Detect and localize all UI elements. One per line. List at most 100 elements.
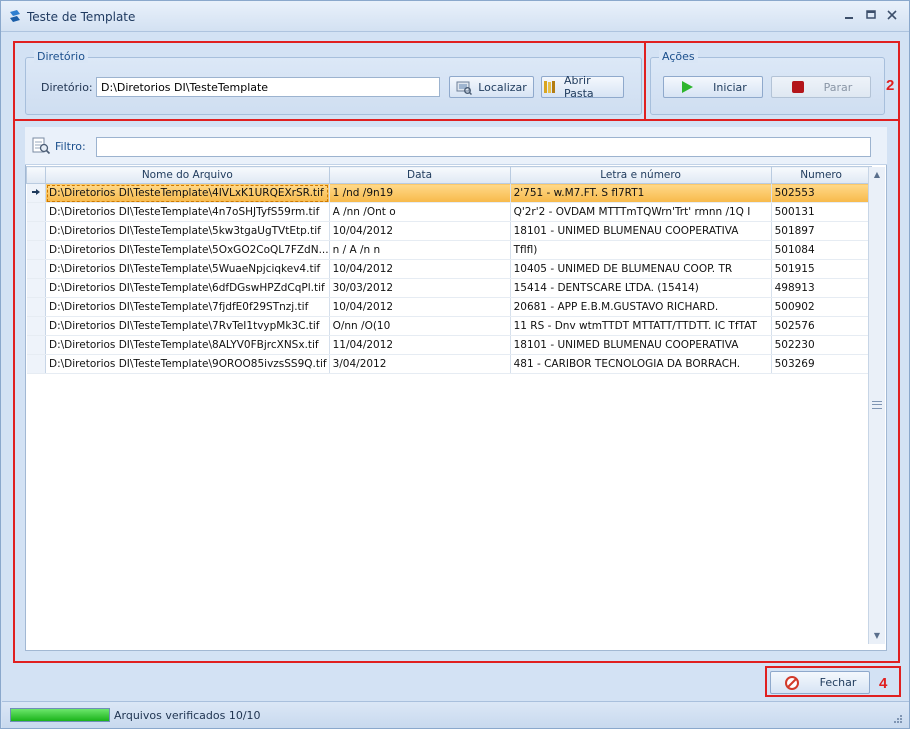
cell-filename[interactable]: D:\Diretorios DI\TesteTemplate\5WuaeNpjc… (45, 259, 330, 279)
cell-date[interactable]: 10/04/2012 (329, 221, 511, 241)
row-indicator[interactable] (26, 259, 46, 279)
scroll-up-arrow-icon[interactable]: ▲ (869, 167, 885, 183)
table-row[interactable]: D:\Diretorios DI\TesteTemplate\4n7oSHJTy… (26, 202, 872, 222)
cell-number[interactable]: 498913 (771, 278, 872, 298)
directory-group-legend: Diretório (34, 50, 88, 63)
cell-letter-number[interactable]: Q'2r'2 - OVDAM MTTTmTQWrn'Trt' rmnn /1Q … (510, 202, 772, 222)
table-row[interactable]: D:\Diretorios DI\TesteTemplate\9OROO85iv… (26, 354, 872, 374)
cell-date[interactable]: 1 /nd /9n19 (329, 183, 511, 203)
column-header-date[interactable]: Data (328, 166, 511, 184)
cell-letter-number[interactable]: 18101 - UNIMED BLUMENAU COOPERATIVA (510, 221, 772, 241)
cell-date[interactable]: 30/03/2012 (329, 278, 511, 298)
cell-filename[interactable]: D:\Diretorios DI\TesteTemplate\8ALYV0FBj… (45, 335, 330, 355)
cell-number[interactable]: 500131 (771, 202, 872, 222)
resize-grip-icon[interactable] (893, 714, 903, 724)
row-indicator[interactable] (26, 335, 46, 355)
cell-date[interactable]: 10/04/2012 (329, 259, 511, 279)
cell-letter-number[interactable]: 10405 - UNIMED DE BLUMENAU COOP. TR (510, 259, 772, 279)
column-header-number[interactable]: Numero (770, 166, 872, 184)
table-header-row: Nome do Arquivo Data Letra e número Nume… (26, 166, 872, 184)
row-indicator[interactable] (26, 316, 46, 336)
cell-filename[interactable]: D:\Diretorios DI\TesteTemplate\5OxGO2CoQ… (45, 240, 330, 260)
column-header-filename[interactable]: Nome do Arquivo (45, 166, 330, 184)
start-button[interactable]: Iniciar (663, 76, 763, 98)
table-row[interactable]: D:\Diretorios DI\TesteTemplate\7RvTeI1tv… (26, 316, 872, 336)
row-indicator[interactable] (26, 183, 46, 203)
browse-button-label: Localizar (478, 80, 527, 94)
cancel-icon (784, 675, 799, 690)
table-row[interactable]: D:\Diretorios DI\TesteTemplate\8ALYV0FBj… (26, 335, 872, 355)
table-row[interactable]: D:\Diretorios DI\TesteTemplate\4IVLxK1UR… (26, 183, 872, 203)
cell-date[interactable]: 10/04/2012 (329, 297, 511, 317)
directory-input[interactable] (96, 77, 440, 97)
maximize-icon (866, 10, 876, 19)
annotation-label-2: 2 (886, 77, 895, 94)
row-indicator[interactable] (26, 297, 46, 317)
open-folder-button[interactable]: Abrir Pasta (541, 74, 624, 100)
title-bar: Teste de Template (1, 1, 909, 32)
cell-number[interactable]: 503269 (771, 354, 872, 374)
grid-vertical-scrollbar[interactable]: ▲ ▼ (868, 167, 885, 644)
stop-icon (791, 81, 804, 93)
scroll-grip-icon[interactable] (872, 401, 882, 409)
cell-filename[interactable]: D:\Diretorios DI\TesteTemplate\6dfDGswHP… (45, 278, 330, 298)
cell-filename[interactable]: D:\Diretorios DI\TesteTemplate\4IVLxK1UR… (45, 183, 330, 203)
stop-button[interactable]: Parar (771, 76, 871, 98)
close-button-label: Fechar (819, 676, 857, 689)
open-folder-button-label: Abrir Pasta (564, 74, 594, 100)
cell-filename[interactable]: D:\Diretorios DI\TesteTemplate\5kw3tgaUg… (45, 221, 330, 241)
cell-letter-number[interactable]: 2'751 - w.M7.FT. S fl7RT1 (510, 183, 772, 203)
row-indicator[interactable] (26, 240, 46, 260)
column-header-letter-number[interactable]: Letra e número (509, 166, 772, 184)
close-button[interactable]: Fechar (770, 671, 870, 694)
cell-letter-number[interactable]: Tflfl) (510, 240, 772, 260)
directory-label: Diretório: (41, 81, 93, 94)
row-indicator[interactable] (26, 221, 46, 241)
filter-row: Filtro: (25, 127, 887, 165)
cell-date[interactable]: A /nn /Ont o (329, 202, 511, 222)
cell-letter-number[interactable]: 481 - CARIBOR TECNOLOGIA DA BORRACH. (510, 354, 772, 374)
table-row[interactable]: D:\Diretorios DI\TesteTemplate\5kw3tgaUg… (26, 221, 872, 241)
table-row[interactable]: D:\Diretorios DI\TesteTemplate\5WuaeNpjc… (26, 259, 872, 279)
stop-button-label: Parar (823, 80, 853, 94)
close-window-button[interactable] (882, 7, 902, 25)
cell-date[interactable]: 3/04/2012 (329, 354, 511, 374)
cell-filename[interactable]: D:\Diretorios DI\TesteTemplate\7fjdfE0f2… (45, 297, 330, 317)
cell-letter-number[interactable]: 18101 - UNIMED BLUMENAU COOPERATIVA (510, 335, 772, 355)
row-indicator[interactable] (26, 278, 46, 298)
table-row[interactable]: D:\Diretorios DI\TesteTemplate\6dfDGswHP… (26, 278, 872, 298)
filter-label: Filtro: (55, 140, 86, 153)
scroll-down-arrow-icon[interactable]: ▼ (869, 628, 885, 644)
minimize-icon (845, 17, 853, 19)
cell-number[interactable]: 501084 (771, 240, 872, 260)
current-row-arrow-icon (31, 189, 40, 195)
cell-filename[interactable]: D:\Diretorios DI\TesteTemplate\7RvTeI1tv… (45, 316, 330, 336)
row-indicator[interactable] (26, 202, 46, 222)
filter-input[interactable] (96, 137, 871, 157)
app-logo-icon (10, 10, 20, 22)
browse-button[interactable]: Localizar (449, 76, 534, 98)
cell-number[interactable]: 502576 (771, 316, 872, 336)
cell-letter-number[interactable]: 20681 - APP E.B.M.GUSTAVO RICHARD. (510, 297, 772, 317)
cell-number[interactable]: 501915 (771, 259, 872, 279)
cell-number[interactable]: 502230 (771, 335, 872, 355)
cell-number[interactable]: 500902 (771, 297, 872, 317)
cell-letter-number[interactable]: 15414 - DENTSCARE LTDA. (15414) (510, 278, 772, 298)
cell-letter-number[interactable]: 11 RS - Dnv wtmTTDT MTTATT/TTDTT. IC TfT… (510, 316, 772, 336)
table-row[interactable]: D:\Diretorios DI\TesteTemplate\7fjdfE0f2… (26, 297, 872, 317)
play-icon (682, 81, 694, 93)
cell-date[interactable]: 11/04/2012 (329, 335, 511, 355)
cell-date[interactable]: O/nn /O(10 (329, 316, 511, 336)
books-icon (544, 81, 555, 93)
row-indicator[interactable] (26, 354, 46, 374)
cell-date[interactable]: n / A /n n (329, 240, 511, 260)
files-table: Nome do Arquivo Data Letra e número Nume… (26, 166, 872, 374)
cell-number[interactable]: 502553 (771, 183, 872, 203)
annotation-label-4: 4 (879, 675, 888, 692)
minimize-button[interactable] (839, 7, 859, 25)
cell-number[interactable]: 501897 (771, 221, 872, 241)
table-row[interactable]: D:\Diretorios DI\TesteTemplate\5OxGO2CoQ… (26, 240, 872, 260)
maximize-button[interactable] (861, 7, 881, 25)
cell-filename[interactable]: D:\Diretorios DI\TesteTemplate\4n7oSHJTy… (45, 202, 330, 222)
cell-filename[interactable]: D:\Diretorios DI\TesteTemplate\9OROO85iv… (45, 354, 330, 374)
